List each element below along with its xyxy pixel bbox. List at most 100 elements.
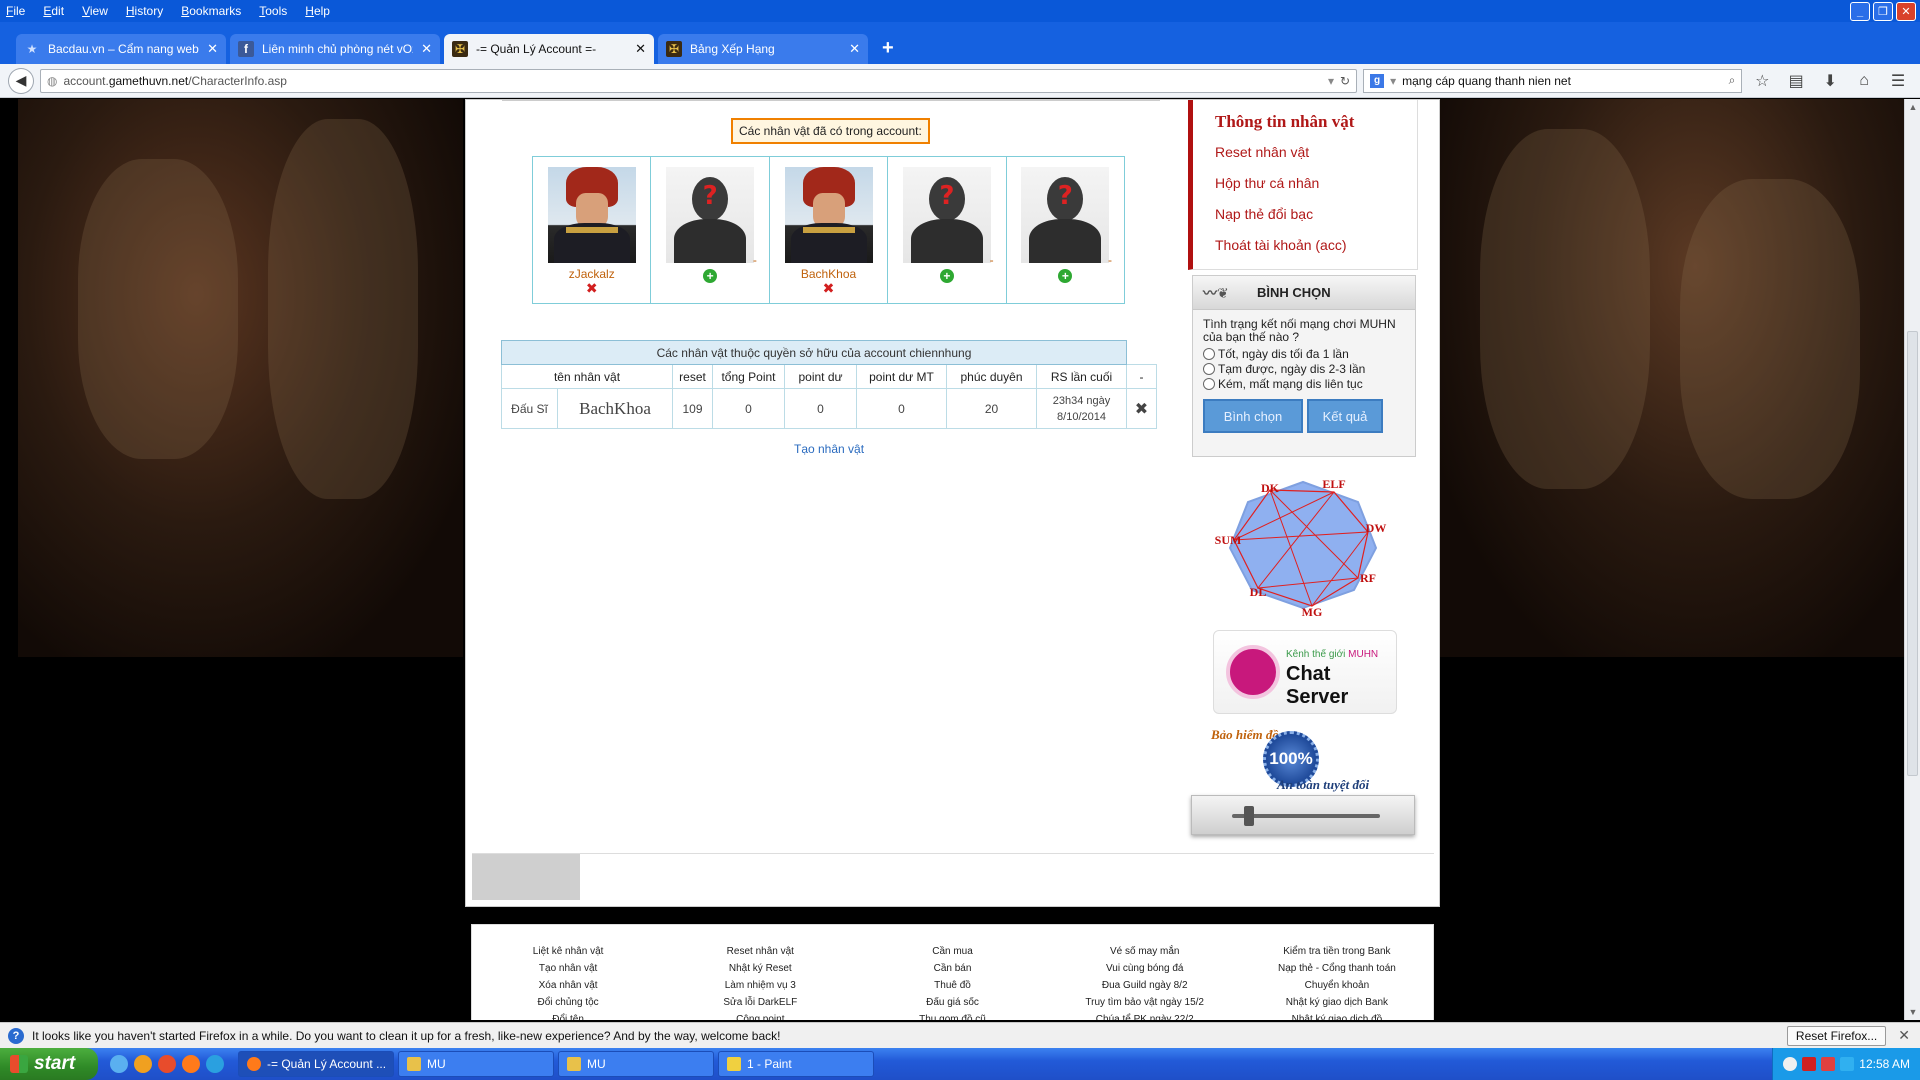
tab-bacdau[interactable]: ★ Bacdau.vn – Cẩm nang web c... ✕ — [16, 34, 226, 64]
scrollbar-thumb[interactable] — [1907, 331, 1918, 776]
add-character-icon[interactable]: + — [939, 269, 954, 283]
footer-link[interactable]: Làm nhiệm vụ 3 — [725, 977, 796, 994]
sidebar-item-character-info[interactable]: Thông tin nhân vật — [1215, 106, 1417, 137]
download-icon[interactable]: ⬇ — [1816, 69, 1844, 93]
start-button[interactable]: start — [0, 1048, 98, 1080]
delete-row-icon[interactable]: ✖ — [1126, 388, 1157, 429]
character-name[interactable]: BachKhoa — [801, 267, 856, 281]
add-character-icon[interactable]: + — [1058, 269, 1073, 283]
footer-link[interactable]: Thu gom đồ cũ — [919, 1011, 986, 1020]
scroll-down-icon[interactable]: ▼ — [1905, 1004, 1920, 1020]
footer-link[interactable]: Liệt kê nhân vật — [533, 943, 604, 960]
character-portrait[interactable] — [784, 167, 873, 263]
footer-link[interactable]: Nhật ký Reset — [729, 960, 792, 977]
result-button[interactable]: Kết quả — [1307, 399, 1383, 433]
footer-link[interactable]: Kiểm tra tiền trong Bank — [1283, 943, 1390, 960]
menu-file[interactable]: File — [6, 4, 25, 18]
footer-link[interactable]: Nạp thẻ - Cổng thanh toán — [1278, 960, 1396, 977]
menu-edit[interactable]: Edit — [43, 4, 64, 18]
close-tab-icon[interactable]: ✕ — [207, 41, 218, 57]
minimize-button[interactable]: _ — [1850, 2, 1870, 21]
menu-bookmarks[interactable]: Bookmarks — [181, 4, 241, 18]
close-window-button[interactable]: ✕ — [1896, 2, 1916, 21]
footer-link[interactable]: Xóa nhân vật — [539, 977, 598, 994]
footer-link[interactable]: Reset nhân vật — [727, 943, 794, 960]
reading-list-icon[interactable]: ▤ — [1782, 69, 1810, 93]
footer-link[interactable]: Đấu giá sốc — [926, 994, 979, 1011]
footer-link[interactable]: Chuyển khoản — [1305, 977, 1370, 994]
dropdown-arrow-icon[interactable]: ▾ — [1328, 74, 1334, 88]
poll-option[interactable]: Tạm được, ngày dis 2-3 lần — [1193, 361, 1415, 376]
character-portrait[interactable] — [547, 167, 636, 263]
radio-button[interactable] — [1203, 347, 1215, 360]
footer-link[interactable]: Tạo nhân vật — [539, 960, 597, 977]
footer-link[interactable]: Vui cùng bóng đá — [1106, 960, 1183, 977]
firefox-icon[interactable] — [182, 1055, 200, 1073]
tray-icon[interactable] — [1783, 1057, 1798, 1071]
volume-icon[interactable] — [1840, 1057, 1855, 1071]
menu-history[interactable]: History — [126, 4, 163, 18]
delete-character-icon[interactable]: ✖ — [586, 281, 598, 295]
close-notification-icon[interactable]: ✕ — [1898, 1027, 1910, 1044]
new-tab-button[interactable]: + — [872, 37, 904, 64]
antivirus-icon[interactable] — [1802, 1057, 1817, 1071]
tab-ranking[interactable]: ✠ Bảng Xếp Hạng ✕ — [658, 34, 868, 64]
footer-link[interactable]: Đổi tên — [552, 1011, 584, 1020]
close-tab-icon[interactable]: ✕ — [849, 41, 860, 57]
create-character-link[interactable]: Tạo nhân vật — [794, 442, 864, 456]
ie-icon[interactable] — [110, 1055, 128, 1073]
search-bar[interactable]: g ▾ mạng cáp quang thanh nien net ⌕ — [1363, 68, 1743, 93]
sidebar-item-mailbox[interactable]: Hộp thư cá nhân — [1215, 168, 1417, 199]
radio-button[interactable] — [1203, 362, 1215, 375]
footer-link[interactable]: Nhật ký giao dịch đồ — [1292, 1011, 1383, 1020]
chat-server-banner[interactable]: Kênh thế giới MUHN Chat Server — [1213, 630, 1397, 714]
tab-account[interactable]: ✠ -= Quản Lý Account =- ✕ — [444, 34, 654, 64]
footer-link[interactable]: Nhật ký giao dịch Bank — [1286, 994, 1388, 1011]
search-icon[interactable]: ⌕ — [1729, 73, 1736, 88]
footer-link[interactable]: Cộng point — [736, 1011, 784, 1020]
menu-view[interactable]: View — [82, 4, 108, 18]
taskbar-item-paint[interactable]: 1 - Paint — [718, 1051, 874, 1077]
vote-button[interactable]: Bình chọn — [1203, 399, 1303, 433]
footer-link[interactable]: Thuê đồ — [934, 977, 971, 994]
close-tab-icon[interactable]: ✕ — [421, 41, 432, 57]
sidebar-item-topup[interactable]: Nạp thẻ đổi bạc — [1215, 199, 1417, 230]
taskbar-item-mu[interactable]: MU — [398, 1051, 554, 1077]
taskbar-item-firefox[interactable]: -= Quản Lý Account ... — [238, 1051, 394, 1077]
footer-link[interactable]: Truy tìm bảo vật ngày 15/2 — [1085, 994, 1204, 1011]
footer-link[interactable]: Chúa tể PK ngày 22/2 — [1096, 1011, 1194, 1020]
poll-option[interactable]: Kém, mất mạng dis liên tục — [1193, 376, 1415, 391]
restore-button[interactable]: ❐ — [1873, 2, 1893, 21]
insurance-banner[interactable]: Bảo hiểm đồ 100% An toàn tuyệt đối — [1211, 725, 1401, 795]
footer-link[interactable]: Đổi chủng tộc — [538, 994, 599, 1011]
add-character-icon[interactable]: + — [703, 269, 718, 283]
scroll-up-icon[interactable]: ▲ — [1905, 99, 1920, 115]
menu-hamburger-icon[interactable]: ☰ — [1884, 69, 1912, 93]
tab-voz[interactable]: f Liên minh chủ phòng nét vOz ✕ — [230, 34, 440, 64]
menu-help[interactable]: Help — [305, 4, 330, 18]
search-input[interactable]: mạng cáp quang thanh nien net — [1402, 74, 1722, 88]
footer-link[interactable]: Vé số may mắn — [1110, 943, 1179, 960]
search-engine-dropdown-icon[interactable]: ▾ — [1390, 74, 1396, 88]
home-icon[interactable]: ⌂ — [1850, 69, 1878, 93]
delete-character-icon[interactable]: ✖ — [823, 281, 835, 295]
bookmark-star-icon[interactable]: ☆ — [1748, 69, 1776, 93]
reload-icon[interactable]: ↻ — [1340, 74, 1350, 88]
chrome-icon[interactable] — [158, 1055, 176, 1073]
sidebar-item-reset[interactable]: Reset nhân vật — [1215, 137, 1417, 168]
footer-link[interactable]: Cần bán — [934, 960, 972, 977]
character-name[interactable]: zJackalz — [569, 267, 615, 281]
browser-icon[interactable] — [206, 1055, 224, 1073]
url-bar[interactable]: ◍ account.gamethuvn.net/CharacterInfo.as… — [39, 68, 1358, 93]
tray-icon[interactable] — [1821, 1057, 1836, 1071]
vertical-scrollbar[interactable]: ▲ ▼ — [1904, 99, 1920, 1020]
character-name-cell[interactable]: BachKhoa — [557, 388, 673, 429]
reset-firefox-button[interactable]: Reset Firefox... — [1786, 1025, 1887, 1046]
close-tab-icon[interactable]: ✕ — [635, 41, 646, 57]
back-button[interactable]: ◀ — [8, 67, 34, 94]
taskbar-item-mu[interactable]: MU — [558, 1051, 714, 1077]
radio-button[interactable] — [1203, 377, 1215, 390]
messenger-icon[interactable] — [134, 1055, 152, 1073]
footer-link[interactable]: Đua Guild ngày 8/2 — [1102, 977, 1188, 994]
footer-link[interactable]: Sửa lỗi DarkELF — [723, 994, 797, 1011]
